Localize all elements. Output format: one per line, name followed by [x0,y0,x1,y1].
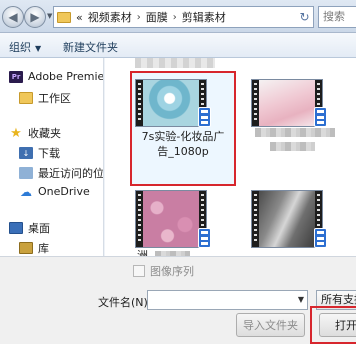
search-input[interactable]: 搜索 [318,6,356,28]
sidebar-item-label: 最近访问的位置 [38,167,104,180]
refresh-icon: ↻ [299,10,310,24]
refresh-button[interactable]: ↻ [296,6,314,28]
sidebar-item-desktop[interactable]: 桌面 [9,220,50,236]
video-thumbnail [135,190,207,248]
recent-icon [19,167,33,179]
filename-input[interactable]: ▼ [147,290,308,310]
sidebar-item-recent-places[interactable]: 最近访问的位置 [19,165,104,181]
film-strip-icon [252,191,259,247]
star-icon: ★ [10,125,22,141]
breadcrumb-item[interactable]: 面膜 [146,9,168,25]
sidebar-item-label: 库 [38,242,49,255]
breadcrumb-item[interactable]: 视频素材 [88,9,132,25]
sidebar-item-label: 下载 [38,147,60,160]
image-sequence-checkbox[interactable] [133,265,145,277]
sidebar-item-favorites[interactable]: ★ 收藏夹 [9,125,61,141]
back-arrow-icon: ◀ [8,10,18,24]
breadcrumb-separator-icon[interactable]: › [137,12,141,23]
chevron-down-icon: ▼ [35,44,42,53]
file-name-obscured [255,128,335,137]
sidebar-item-workspace[interactable]: 工作区 [19,90,71,106]
import-folder-button[interactable]: 导入文件夹 [236,313,305,337]
folder-icon [57,11,71,23]
video-thumbnail [251,79,323,127]
forward-button[interactable]: ▶ [24,6,46,28]
previous-row-label-clipped [135,58,215,68]
sidebar-item-downloads[interactable]: ↓ 下载 [19,145,60,161]
address-row: ◀ ▶ ▼ « 视频素材 › 面膜 › 剪辑素材 ↻ 搜索 [0,0,356,33]
sidebar-item-label: OneDrive [38,185,90,198]
video-file-icon [198,228,211,248]
recent-pages-chevron-icon[interactable]: ▼ [47,12,52,20]
film-strip-icon [136,191,143,247]
breadcrumb-item[interactable]: 剪辑素材 [182,9,226,25]
video-thumbnail [251,190,323,248]
forward-arrow-icon: ▶ [30,10,40,24]
image-sequence-option[interactable]: 图像序列 [133,263,194,279]
library-icon [19,242,33,254]
chevron-down-icon[interactable]: ▼ [298,295,304,304]
folder-icon [19,92,33,104]
sidebar-item-onedrive[interactable]: ☁ OneDrive [19,184,90,199]
back-button[interactable]: ◀ [2,6,24,28]
command-bar: 组织 ▼ 新建文件夹 [0,33,356,58]
sidebar-item-adobe-premiere[interactable]: Pr Adobe Premiere [9,70,104,83]
file-name-label: 洲 [137,249,148,256]
image-sequence-label: 图像序列 [150,265,194,278]
organize-label: 组织 [9,41,31,54]
breadcrumb-separator-icon[interactable]: › [173,12,177,23]
film-strip-icon [252,80,259,126]
premiere-icon: Pr [9,70,23,83]
video-file-icon [314,228,327,248]
video-thumbnail [135,79,207,127]
address-overflow[interactable]: « [76,11,83,24]
sidebar-item-label: Adobe Premiere [28,70,104,83]
file-name-label: 7s实验-化妆品广 告_1080p [141,130,225,158]
file-name-obscured [270,142,315,151]
file-list[interactable]: 7s实验-化妆品广 告_1080p 洲 [105,58,356,256]
navigation-pane: Pr Adobe Premiere 工作区 ★ 收藏夹 ↓ 下载 最近访问的位置… [0,58,104,256]
filename-label: 文件名(N): [98,296,152,309]
organize-menu[interactable]: 组织 ▼ [9,39,41,55]
sidebar-item-label: 工作区 [38,92,71,105]
video-file-icon [198,107,211,127]
sidebar-item-label: 收藏夹 [28,127,61,140]
address-bar[interactable]: « 视频素材 › 面膜 › 剪辑素材 [53,6,310,28]
film-strip-icon [136,80,143,126]
open-button[interactable]: 打开 [319,313,356,337]
sidebar-item-label: 桌面 [28,222,50,235]
video-file-icon [314,107,327,127]
desktop-icon [9,222,23,234]
new-folder-button[interactable]: 新建文件夹 [63,39,118,55]
cloud-icon: ☁ [20,184,32,199]
sidebar-item-libraries[interactable]: 库 [19,240,49,256]
download-icon: ↓ [19,147,33,159]
